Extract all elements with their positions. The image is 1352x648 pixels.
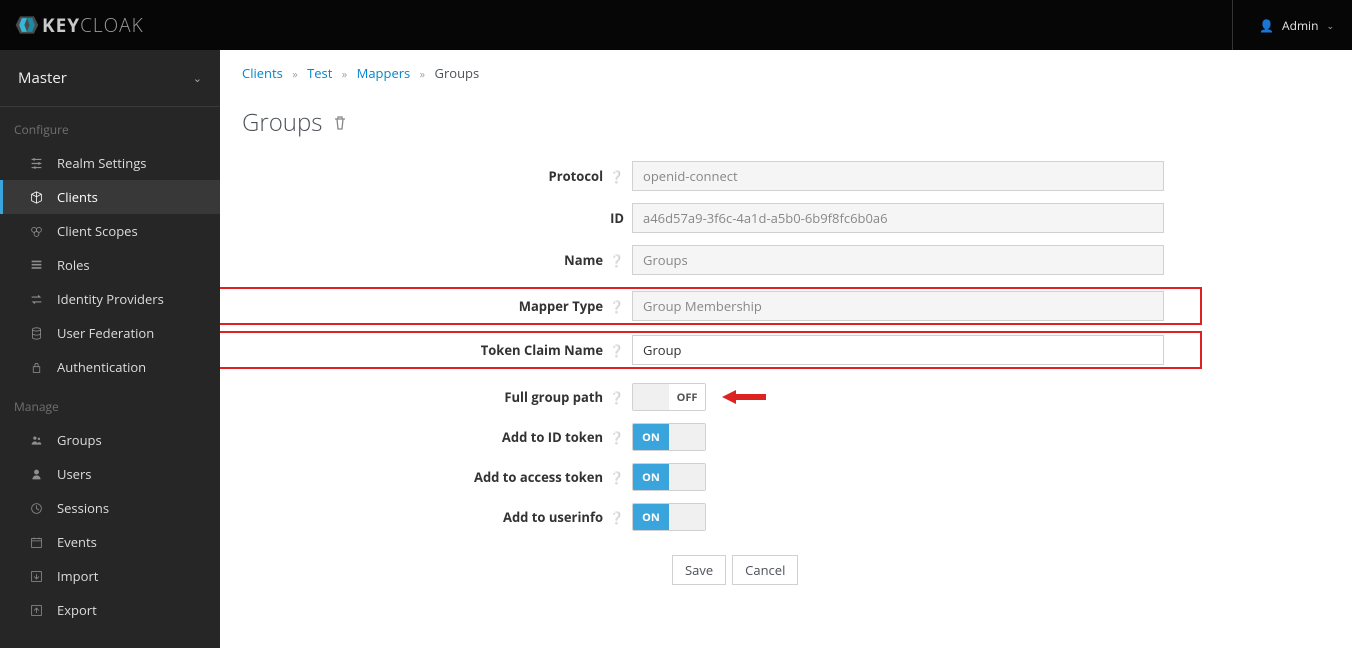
sidebar-item-label: User Federation bbox=[57, 324, 154, 342]
mapper-type-input bbox=[632, 291, 1164, 321]
mapper-form: Protocol❔ ID Name❔ Mapper Type❔ Token C bbox=[242, 161, 1202, 585]
help-icon[interactable]: ❔ bbox=[609, 342, 624, 359]
user-icon bbox=[29, 468, 43, 481]
chevron-down-icon: ⌄ bbox=[193, 71, 202, 86]
sidebar-item-user-federation[interactable]: User Federation bbox=[0, 316, 220, 350]
chevron-right-icon: » bbox=[292, 67, 297, 82]
sidebar-item-label: Realm Settings bbox=[57, 154, 146, 172]
sidebar-item-label: Roles bbox=[57, 256, 90, 274]
breadcrumb: Clients » Test » Mappers » Groups bbox=[242, 64, 1330, 82]
user-icon: 👤 bbox=[1259, 17, 1274, 34]
save-button[interactable]: Save bbox=[672, 555, 726, 585]
sidebar-item-import[interactable]: Import bbox=[0, 559, 220, 593]
help-icon[interactable]: ❔ bbox=[609, 252, 624, 269]
row-add-access-token: Add to access token❔ ON bbox=[242, 463, 1202, 491]
user-menu[interactable]: 👤 Admin ⌄ bbox=[1232, 0, 1334, 50]
sidebar-item-label: Events bbox=[57, 533, 97, 551]
sidebar-item-realm-settings[interactable]: Realm Settings bbox=[0, 146, 220, 180]
lock-icon bbox=[29, 361, 43, 374]
logo-text: KEYCLOAK bbox=[42, 12, 144, 38]
help-icon[interactable]: ❔ bbox=[609, 168, 624, 185]
sidebar-item-label: Identity Providers bbox=[57, 290, 164, 308]
help-icon[interactable]: ❔ bbox=[609, 389, 624, 406]
highlight-token-claim: Token Claim Name❔ bbox=[220, 331, 1202, 369]
list-icon bbox=[29, 259, 43, 272]
exchange-icon bbox=[29, 293, 43, 306]
sidebar-item-clients[interactable]: Clients bbox=[0, 180, 220, 214]
import-icon bbox=[29, 570, 43, 583]
cancel-button[interactable]: Cancel bbox=[732, 555, 798, 585]
row-full-group-path: Full group path❔ OFF bbox=[242, 383, 1202, 411]
form-buttons: Save Cancel bbox=[632, 555, 1202, 585]
crumb-test[interactable]: Test bbox=[307, 64, 332, 82]
crumb-clients[interactable]: Clients bbox=[242, 64, 283, 82]
logo[interactable]: KEYCLOAK bbox=[14, 12, 144, 38]
name-input bbox=[632, 245, 1164, 275]
realm-name: Master bbox=[18, 68, 67, 88]
realm-selector[interactable]: Master ⌄ bbox=[0, 50, 220, 107]
database-icon bbox=[29, 327, 43, 340]
row-id: ID bbox=[242, 203, 1202, 233]
highlight-mapper-type: Mapper Type❔ bbox=[220, 287, 1202, 325]
sidebar-item-label: Clients bbox=[57, 188, 98, 206]
clock-icon bbox=[29, 502, 43, 515]
crumb-current: Groups bbox=[435, 64, 480, 82]
arrow-annotation-icon bbox=[722, 388, 766, 406]
sidebar-item-sessions[interactable]: Sessions bbox=[0, 491, 220, 525]
delete-icon[interactable] bbox=[332, 106, 348, 139]
sidebar-item-label: Export bbox=[57, 601, 97, 619]
sidebar-item-users[interactable]: Users bbox=[0, 457, 220, 491]
export-icon bbox=[29, 604, 43, 617]
group-icon bbox=[29, 434, 43, 447]
layers-icon bbox=[29, 225, 43, 238]
sidebar-item-client-scopes[interactable]: Client Scopes bbox=[0, 214, 220, 248]
sidebar-item-export[interactable]: Export bbox=[0, 593, 220, 627]
add-access-token-toggle[interactable]: ON bbox=[632, 463, 706, 491]
section-configure: Configure bbox=[0, 107, 220, 146]
chevron-right-icon: » bbox=[420, 67, 425, 82]
sidebar-item-label: Client Scopes bbox=[57, 222, 138, 240]
sidebar-item-roles[interactable]: Roles bbox=[0, 248, 220, 282]
sidebar-item-label: Groups bbox=[57, 431, 102, 449]
calendar-icon bbox=[29, 536, 43, 549]
keycloak-logo-icon bbox=[14, 12, 40, 38]
cube-icon bbox=[29, 191, 43, 204]
sidebar-item-label: Import bbox=[57, 567, 98, 585]
sidebar-item-label: Authentication bbox=[57, 358, 146, 376]
help-icon[interactable]: ❔ bbox=[609, 298, 624, 315]
row-protocol: Protocol❔ bbox=[242, 161, 1202, 191]
content: Clients » Test » Mappers » Groups Groups… bbox=[220, 50, 1352, 648]
nav-manage: Groups Users Sessions Events Import Expo… bbox=[0, 423, 220, 627]
nav-configure: Realm Settings Clients Client Scopes Rol… bbox=[0, 146, 220, 384]
sidebar-item-authentication[interactable]: Authentication bbox=[0, 350, 220, 384]
add-id-token-toggle[interactable]: ON bbox=[632, 423, 706, 451]
topbar: KEYCLOAK 👤 Admin ⌄ bbox=[0, 0, 1352, 50]
help-icon[interactable]: ❔ bbox=[609, 509, 624, 526]
help-icon[interactable]: ❔ bbox=[609, 469, 624, 486]
page-title: Groups bbox=[242, 106, 1330, 139]
help-icon[interactable]: ❔ bbox=[609, 429, 624, 446]
sidebar-item-label: Users bbox=[57, 465, 91, 483]
sidebar-item-events[interactable]: Events bbox=[0, 525, 220, 559]
chevron-right-icon: » bbox=[342, 67, 347, 82]
sidebar: Master ⌄ Configure Realm Settings Client… bbox=[0, 50, 220, 648]
row-name: Name❔ bbox=[242, 245, 1202, 275]
sliders-icon bbox=[29, 157, 43, 170]
token-claim-input[interactable] bbox=[632, 335, 1164, 365]
add-userinfo-toggle[interactable]: ON bbox=[632, 503, 706, 531]
row-add-id-token: Add to ID token❔ ON bbox=[242, 423, 1202, 451]
row-add-userinfo: Add to userinfo❔ ON bbox=[242, 503, 1202, 531]
sidebar-item-identity-providers[interactable]: Identity Providers bbox=[0, 282, 220, 316]
crumb-mappers[interactable]: Mappers bbox=[357, 64, 411, 82]
user-name: Admin bbox=[1282, 17, 1318, 34]
id-input bbox=[632, 203, 1164, 233]
sidebar-item-label: Sessions bbox=[57, 499, 109, 517]
chevron-down-icon: ⌄ bbox=[1326, 19, 1334, 32]
protocol-input bbox=[632, 161, 1164, 191]
sidebar-item-groups[interactable]: Groups bbox=[0, 423, 220, 457]
section-manage: Manage bbox=[0, 384, 220, 423]
full-group-path-toggle[interactable]: OFF bbox=[632, 383, 706, 411]
